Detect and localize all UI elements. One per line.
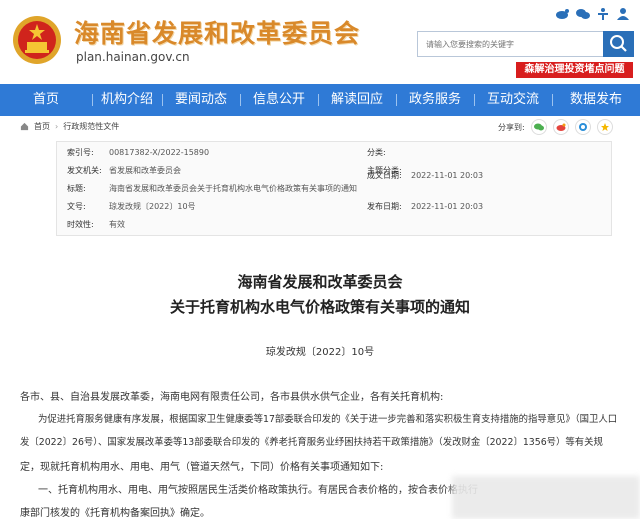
share-qq-icon[interactable] (596, 119, 613, 135)
meta-row: 索引号: 00817382-X/2022-15890 分类: (57, 146, 611, 160)
person-icon[interactable] (616, 8, 630, 20)
meta-title-label: 标题: (67, 184, 86, 193)
national-emblem-icon (13, 16, 61, 64)
breadcrumb-current[interactable]: 行政规范性文件 (63, 121, 119, 132)
meta-row: 成文日期: 2022-11-01 20:03 (57, 169, 611, 183)
document-number: 琼发改规〔2022〕10号 (265, 347, 375, 358)
document-title-line1: 海南省发展和改革委员会 (237, 273, 403, 291)
meta-pubdate-value: 2022-11-01 20:03 (411, 202, 484, 211)
search-box (417, 31, 605, 57)
blurred-overlay (452, 476, 640, 519)
breadcrumb-home[interactable]: 首页 (34, 121, 50, 132)
nav-item-services[interactable]: 政务服务 (396, 84, 474, 116)
meta-date-label: 成文日期: (367, 171, 402, 180)
meta-validity-value: 有效 (109, 220, 125, 229)
main-nav: 首页 机构介绍 要闻动态 信息公开 解读回应 政务服务 互动交流 数据发布 (0, 84, 640, 116)
meta-docnum-label: 文号: (67, 202, 86, 211)
share-bar: 分享到: (498, 119, 613, 135)
breadcrumb-separator: › (55, 122, 59, 131)
promo-banner[interactable]: 森解治理投资堵点问题 (516, 62, 633, 78)
share-wechat-icon[interactable] (530, 119, 547, 135)
accessibility-icon[interactable] (596, 8, 610, 20)
wechat-icon[interactable] (576, 8, 590, 20)
meta-validity-label: 时效性: (67, 220, 94, 229)
nav-item-info-disclosure[interactable]: 信息公开 (240, 84, 318, 116)
search-icon (610, 35, 627, 52)
document-paragraph-line: 康部门核发的《托育机构备案回执》确定。 (20, 508, 210, 519)
meta-index-label: 索引号: (67, 148, 94, 157)
share-weibo-icon[interactable] (552, 119, 569, 135)
site-title[interactable]: 海南省发展和改革委员会 (74, 14, 360, 50)
meta-index-value: 00817382-X/2022-15890 (109, 148, 210, 157)
meta-pubdate-label: 发布日期: (367, 202, 402, 211)
nav-item-interaction[interactable]: 互动交流 (474, 84, 552, 116)
document-paragraph-line: 一、托育机构用水、用电、用气按照居民生活类价格政策执行。有居民合表价格的，按合表… (38, 485, 478, 496)
document-addressee: 各市、县、自治县发展改革委，海南电网有限责任公司，各市县供水供气企业，各有关托育… (20, 392, 444, 403)
nav-item-about[interactable]: 机构介绍 (92, 84, 162, 116)
document-meta-box: 索引号: 00817382-X/2022-15890 分类: 发文机关: 省发展… (56, 141, 612, 236)
site-header: 海南省发展和改革委员会 plan.hainan.gov.cn 森解治理投资堵点问… (0, 0, 640, 84)
search-input[interactable] (418, 32, 598, 57)
meta-row: 文号: 琼发改规〔2022〕10号 发布日期: 2022-11-01 20:03 (57, 200, 611, 214)
search-button[interactable] (603, 31, 634, 57)
top-icon-bar (556, 8, 630, 20)
nav-item-news[interactable]: 要闻动态 (162, 84, 240, 116)
document-title-line2: 关于托育机构水电气价格政策有关事项的通知 (169, 298, 470, 316)
nav-item-home[interactable]: 首页 (0, 84, 92, 116)
nav-item-interpretation[interactable]: 解读回应 (318, 84, 396, 116)
document-paragraph-line: 为促进托育服务健康有序发展，根据国家卫生健康委等17部委联合印发的《关于进一步完… (38, 414, 618, 425)
document-paragraph-line: 发〔2022〕26号）、国家发展改革委等13部委联合印发的《养老托育服务业纾困扶… (20, 437, 603, 448)
document-paragraph-line: 定，现就托育机构用水、用电、用气（管道天然气，下同）价格有关事项通知如下: (20, 462, 384, 473)
breadcrumb: 首页 › 行政规范性文件 (20, 121, 119, 132)
site-url: plan.hainan.gov.cn (76, 50, 190, 64)
meta-docnum-value: 琼发改规〔2022〕10号 (109, 202, 196, 211)
meta-category-label: 分类: (367, 148, 386, 157)
meta-row: 时效性: 有效 (57, 218, 611, 232)
meta-title-value: 海南省发展和改革委员会关于托育机构水电气价格政策有关事项的通知 (109, 184, 357, 193)
meta-date-value: 2022-11-01 20:03 (411, 171, 484, 180)
share-label: 分享到: (498, 122, 525, 132)
home-icon (20, 122, 29, 131)
weibo-icon[interactable] (556, 8, 570, 20)
nav-item-data[interactable]: 数据发布 (552, 84, 640, 116)
meta-row: 标题: 海南省发展和改革委员会关于托育机构水电气价格政策有关事项的通知 (57, 182, 611, 196)
share-qzone-icon[interactable] (574, 119, 591, 135)
